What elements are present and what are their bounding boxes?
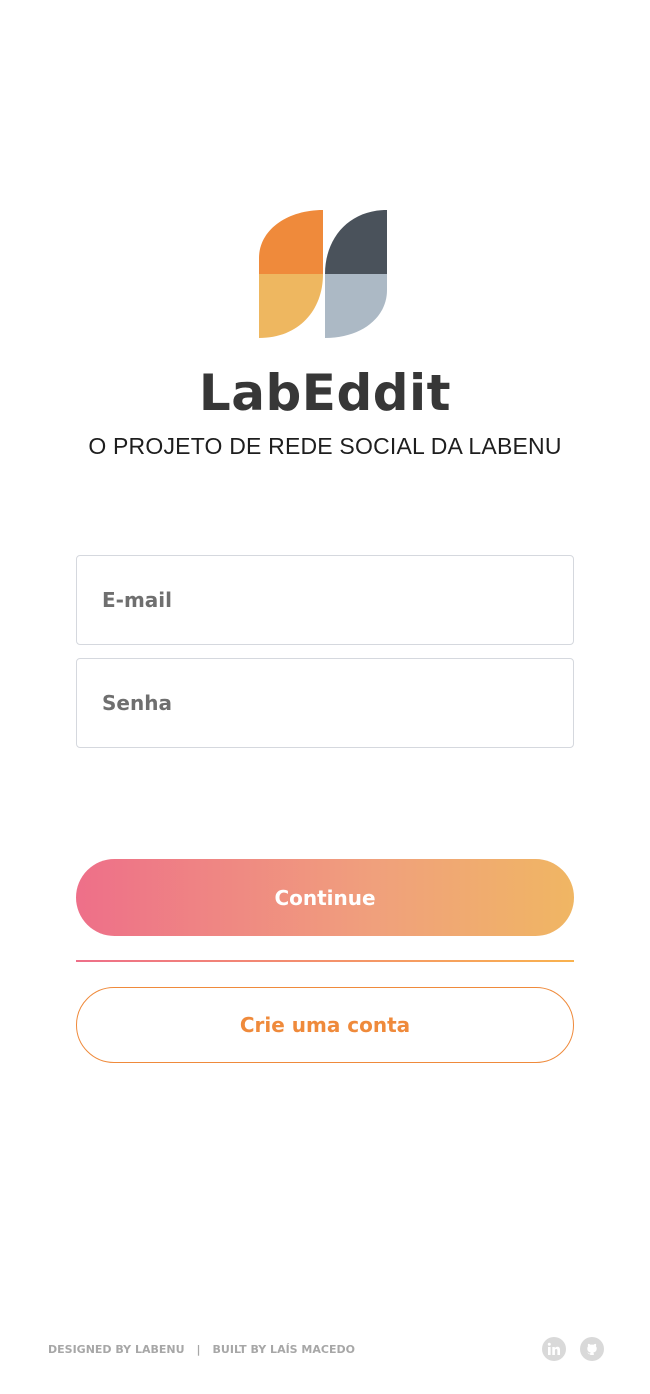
social-links <box>542 1337 604 1361</box>
create-account-button[interactable]: Crie uma conta <box>76 987 574 1063</box>
built-by-text: BUILT BY LAÍS MACEDO <box>212 1342 355 1356</box>
divider <box>76 960 574 962</box>
brand-title: LabEddit <box>198 364 452 422</box>
password-field-container <box>76 658 574 748</box>
brand-tagline: O PROJETO DE REDE SOCIAL DA LABENU <box>88 433 562 459</box>
email-field[interactable] <box>77 556 573 644</box>
linkedin-icon[interactable] <box>542 1337 566 1361</box>
footer: DESIGNED BY LABENU | BUILT BY LAÍS MACED… <box>48 1337 604 1361</box>
labeddit-logo <box>259 210 389 340</box>
continue-button[interactable]: Continue <box>76 859 574 936</box>
logo-icon <box>259 210 387 338</box>
github-icon[interactable] <box>580 1337 604 1361</box>
password-field[interactable] <box>77 659 573 747</box>
designed-by-text: DESIGNED BY LABENU <box>48 1342 185 1356</box>
email-field-container <box>76 555 574 645</box>
footer-separator: | <box>196 1342 201 1356</box>
